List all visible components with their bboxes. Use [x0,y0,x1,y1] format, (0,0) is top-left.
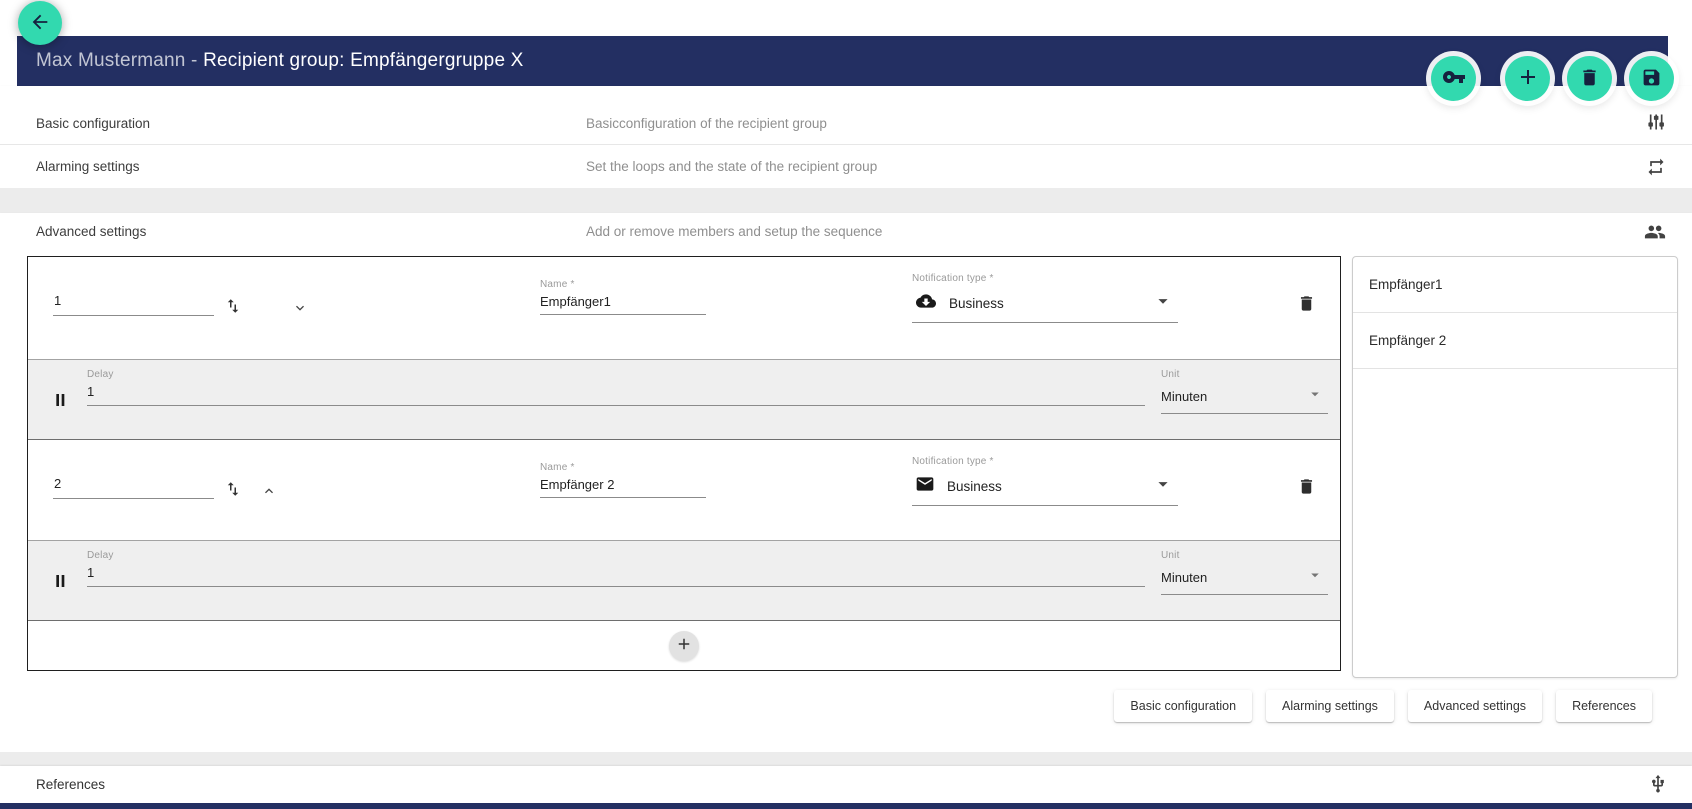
unit-label: Unit [1161,369,1328,380]
advanced-settings-card: Advanced settings Add or remove members … [0,213,1692,752]
trash-icon [1579,67,1600,91]
notification-type-select[interactable]: Business [912,289,1178,323]
unit-value: Minuten [1161,570,1207,585]
arrow-left-icon [29,11,51,36]
alarming-settings-button[interactable]: Alarming settings [1266,690,1394,722]
unit-field: Unit Minuten [1161,369,1328,414]
notification-type-value: Business [947,479,1002,494]
email-icon [914,474,936,499]
section-label: Basic configuration [36,116,150,131]
unit-label: Unit [1161,550,1328,561]
advanced-settings-button[interactable]: Advanced settings [1408,690,1542,722]
remove-member-button[interactable] [1297,294,1316,316]
pause-icon [53,391,69,414]
recipient-name: Empfänger1 [1369,277,1443,292]
swap-vertical-icon[interactable] [224,297,242,318]
add-button[interactable] [1505,56,1550,101]
repeat-loop-icon [1646,157,1666,182]
dropdown-caret-icon [1152,290,1174,317]
unit-field: Unit Minuten [1161,550,1328,595]
notification-type-field: Notification type * Business [912,273,1178,323]
name-input[interactable] [540,290,706,315]
notification-type-field: Notification type * Business [912,456,1178,506]
name-input[interactable] [540,473,706,498]
delay-label: Delay [87,369,1145,380]
delay-row: Delay Unit Minuten [28,540,1340,621]
section-gap [0,752,1692,766]
unit-value: Minuten [1161,389,1207,404]
section-references[interactable]: References [0,766,1692,803]
basic-configuration-button[interactable]: Basic configuration [1114,690,1252,722]
delay-label: Delay [87,550,1145,561]
panel-nav-buttons: Basic configuration Alarming settings Ad… [1114,690,1652,722]
recipient-name: Empfänger 2 [1369,333,1446,348]
section-advanced-settings[interactable]: Advanced settings Add or remove members … [0,213,1692,257]
configuration-card: Basic configuration Basicconfiguration o… [0,86,1692,188]
trash-icon [1297,484,1316,499]
add-member-row [28,621,1340,670]
user-name: Max Mustermann - [36,50,203,71]
delay-field: Delay [87,369,1145,406]
order-input[interactable] [53,293,214,316]
list-item[interactable]: Empfänger1 [1353,257,1677,313]
section-alarming-settings[interactable]: Alarming settings Set the loops and the … [0,145,1692,188]
swap-vertical-icon[interactable] [224,480,242,501]
remove-member-button[interactable] [1297,477,1316,499]
dropdown-caret-icon [1306,566,1324,589]
name-label: Name * [540,279,706,290]
section-label: Alarming settings [36,159,140,174]
back-button[interactable] [18,1,62,45]
section-description: Add or remove members and setup the sequ… [586,224,882,239]
footer-bar [0,803,1692,809]
plus-icon [1516,65,1540,92]
member-row: Name * Notification type * Business [28,257,1340,359]
notification-type-label: Notification type * [912,273,1178,284]
notification-type-value: Business [949,296,1004,311]
page-title: Max Mustermann - Recipient group: Empfän… [36,50,524,72]
section-label: References [36,777,105,792]
trash-icon [1297,301,1316,316]
references-button[interactable]: References [1556,690,1652,722]
delay-input[interactable] [87,380,1145,406]
dropdown-caret-icon [1152,473,1174,500]
header-bar: Max Mustermann - Recipient group: Empfän… [17,36,1668,86]
delay-input[interactable] [87,561,1145,587]
dropdown-caret-icon [1306,385,1324,408]
permissions-button[interactable] [1431,56,1476,101]
section-description: Set the loops and the state of the recip… [586,159,877,174]
save-button[interactable] [1629,56,1674,101]
usb-icon [1648,774,1668,799]
unit-select[interactable]: Minuten [1161,565,1328,595]
member-sequence-panel: Name * Notification type * Business [27,256,1341,671]
delete-button[interactable] [1567,56,1612,101]
unit-select[interactable]: Minuten [1161,384,1328,414]
cloud-download-icon [914,291,938,316]
key-icon [1442,65,1466,92]
list-item[interactable]: Empfänger 2 [1353,313,1677,369]
name-field: Name * [540,279,706,315]
add-member-button[interactable] [669,631,699,661]
name-field: Name * [540,462,706,498]
notification-type-label: Notification type * [912,456,1178,467]
delay-row: Delay Unit Minuten [28,359,1340,440]
order-input[interactable] [53,476,214,499]
chevron-up-icon[interactable] [261,483,277,502]
section-label: Advanced settings [36,224,146,239]
section-description: Basicconfiguration of the recipient grou… [586,116,827,131]
delay-field: Delay [87,550,1145,587]
plus-icon [675,635,693,656]
name-label: Name * [540,462,706,473]
pause-icon [53,572,69,595]
chevron-down-icon[interactable] [292,300,308,319]
group-title: Recipient group: Empfängergruppe X [203,50,524,71]
section-gap [0,188,1692,213]
recipient-group-page: Max Mustermann - Recipient group: Empfän… [0,0,1692,809]
member-row: Name * Notification type * Business [28,440,1340,540]
floppy-save-icon [1641,67,1662,91]
notification-type-select[interactable]: Business [912,472,1178,506]
sliders-icon [1646,112,1666,137]
recipient-list: Empfänger1 Empfänger 2 [1352,256,1678,678]
people-group-icon [1644,221,1666,248]
